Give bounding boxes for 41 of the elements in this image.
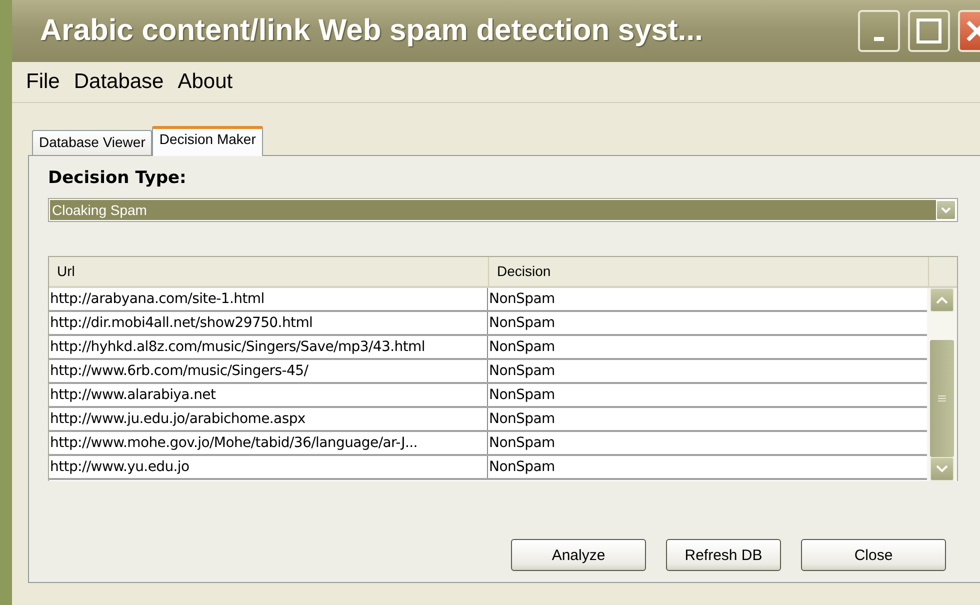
window-title: Arabic content/link Web spam detection syst...	[40, 14, 704, 48]
table-cell-text: NonSpam	[488, 314, 556, 333]
minimize-icon	[874, 37, 884, 41]
table-cell-text: NonSpam	[488, 410, 556, 429]
table-cell-text: NonSpam	[488, 290, 556, 309]
action-button[interactable]: Analyze	[511, 539, 646, 571]
table-cell: http://www.alarabiya.net	[49, 384, 488, 406]
scrollbar[interactable]	[927, 288, 957, 481]
table-cell-text: NonSpam	[488, 362, 556, 381]
maximize-button[interactable]	[908, 10, 950, 52]
scroll-thumb[interactable]	[930, 340, 954, 457]
table-cell-text: NonSpam	[488, 458, 556, 477]
decision-type-label: Decision Type:	[48, 168, 186, 188]
chevron-up-icon	[936, 296, 948, 304]
column-header[interactable]: Url	[49, 257, 489, 286]
grip-icon	[938, 395, 946, 402]
table-cell: http://www.ju.edu.jo/arabichome.aspx	[49, 408, 488, 430]
table-cell: http://arabyana.com/site-1.html	[49, 288, 488, 310]
menu-item[interactable]: About	[172, 68, 239, 96]
scroll-down-button[interactable]	[930, 457, 954, 481]
table-cell-text: NonSpam	[488, 386, 556, 405]
tab[interactable]: Database Viewer	[32, 130, 152, 155]
action-button[interactable]: Refresh DB	[666, 539, 781, 571]
table-cell: http://hyhkd.al8z.com/music/Singers/Save/mp3/43.html	[49, 336, 488, 358]
table-cell-text: NonSpam	[488, 434, 556, 453]
scroll-up-button[interactable]	[930, 288, 954, 312]
table-cell: http://www.mohe.gov.jo/Mohe/tabid/36/language/ar-J...	[49, 432, 488, 454]
menu-item[interactable]: Database	[68, 68, 170, 96]
action-button[interactable]: Close	[801, 539, 946, 571]
chevron-down-icon	[941, 206, 951, 214]
table-cell: http://www.6rb.com/music/Singers-45/	[49, 360, 488, 382]
minimize-button[interactable]	[858, 10, 900, 52]
menu-item[interactable]: File	[20, 68, 66, 96]
table-cell: http://dir.mobi4all.net/show29750.html	[49, 312, 488, 334]
column-header[interactable]: Decision	[489, 257, 929, 286]
table-cell: http://www.yu.edu.jo	[49, 456, 488, 478]
chevron-down-icon	[936, 465, 948, 473]
decision-type-dropdown[interactable]: Cloaking Spam	[48, 198, 958, 222]
tab[interactable]: Decision Maker	[152, 126, 263, 156]
table-cell-text: NonSpam	[488, 338, 556, 357]
maximize-icon	[916, 18, 942, 44]
